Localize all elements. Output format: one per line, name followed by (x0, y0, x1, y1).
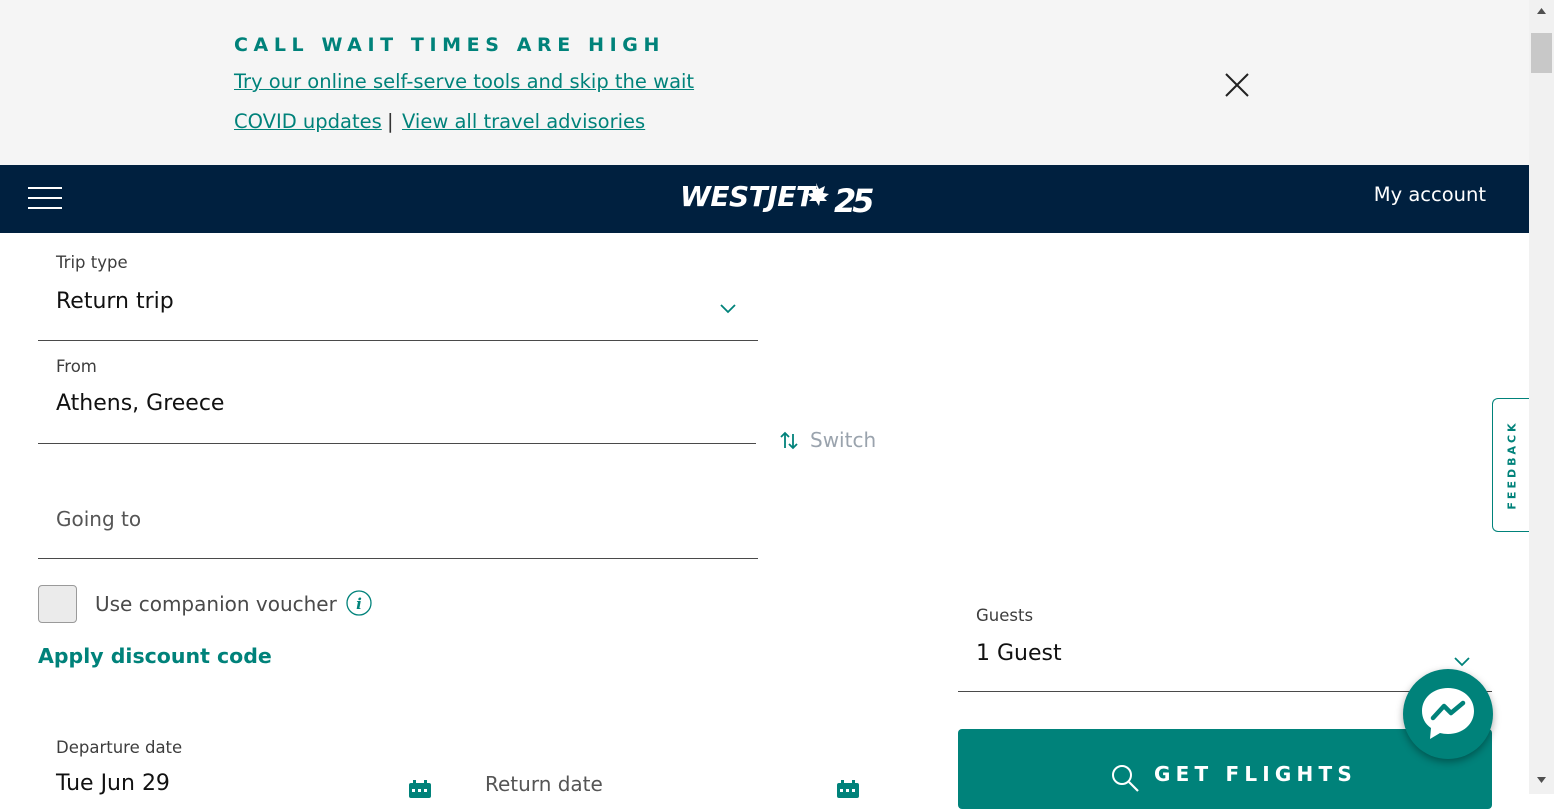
trip-type-label: Trip type (56, 253, 128, 272)
companion-voucher-checkbox[interactable] (38, 585, 77, 623)
scrollbar-thumb[interactable] (1531, 33, 1552, 73)
scrollbar-track[interactable] (1529, 0, 1554, 794)
scroll-up-icon[interactable] (1536, 6, 1547, 17)
calendar-icon[interactable] (408, 780, 432, 798)
switch-arrows-icon (780, 431, 798, 450)
svg-text:i: i (356, 595, 362, 613)
svg-text:WESTJET: WESTJET (680, 180, 817, 213)
search-icon (1112, 765, 1139, 792)
trip-type-underline (38, 340, 758, 341)
trip-type-value[interactable]: Return trip (56, 289, 174, 314)
site-header: WESTJET 25 My account (0, 165, 1529, 233)
close-icon[interactable] (1222, 70, 1252, 100)
westjet-logo[interactable]: WESTJET 25 (678, 179, 874, 219)
from-label: From (56, 357, 97, 376)
return-date-input[interactable]: Return date (485, 772, 603, 796)
get-flights-label: GET FLIGHTS (1154, 762, 1357, 786)
covid-updates-link[interactable]: COVID updates (234, 110, 382, 133)
messenger-chat-button[interactable] (1403, 669, 1493, 759)
feedback-label: FEEDBACK (1505, 420, 1518, 510)
guests-value[interactable]: 1 Guest (976, 641, 1062, 666)
scroll-down-icon[interactable] (1536, 774, 1547, 785)
menu-icon[interactable] (28, 187, 62, 209)
my-account-link[interactable]: My account (1374, 183, 1486, 206)
from-input[interactable]: Athens, Greece (56, 391, 224, 416)
chevron-down-icon[interactable] (720, 304, 736, 314)
chevron-down-icon[interactable] (1454, 657, 1470, 667)
feedback-tab[interactable]: FEEDBACK (1492, 398, 1530, 532)
alert-banner: CALL WAIT TIMES ARE HIGH Try our online … (0, 0, 1529, 165)
svg-text:25: 25 (834, 182, 873, 219)
from-underline (38, 443, 756, 444)
info-icon[interactable]: i (345, 589, 373, 617)
guests-label: Guests (976, 606, 1034, 625)
banner-heading: CALL WAIT TIMES ARE HIGH (234, 34, 665, 56)
departure-date-label: Departure date (56, 738, 183, 757)
calendar-icon[interactable] (836, 780, 860, 798)
switch-label: Switch (810, 428, 877, 452)
banner-separator: | (387, 110, 394, 133)
self-serve-link[interactable]: Try our online self-serve tools and skip… (234, 70, 694, 93)
travel-advisories-link[interactable]: View all travel advisories (402, 110, 645, 133)
going-to-underline (38, 558, 758, 559)
going-to-input[interactable]: Going to (56, 507, 141, 531)
apply-discount-link[interactable]: Apply discount code (38, 644, 272, 668)
departure-date-value[interactable]: Tue Jun 29 (56, 771, 170, 796)
companion-voucher-label[interactable]: Use companion voucher (95, 592, 337, 616)
messenger-icon (1422, 688, 1474, 739)
